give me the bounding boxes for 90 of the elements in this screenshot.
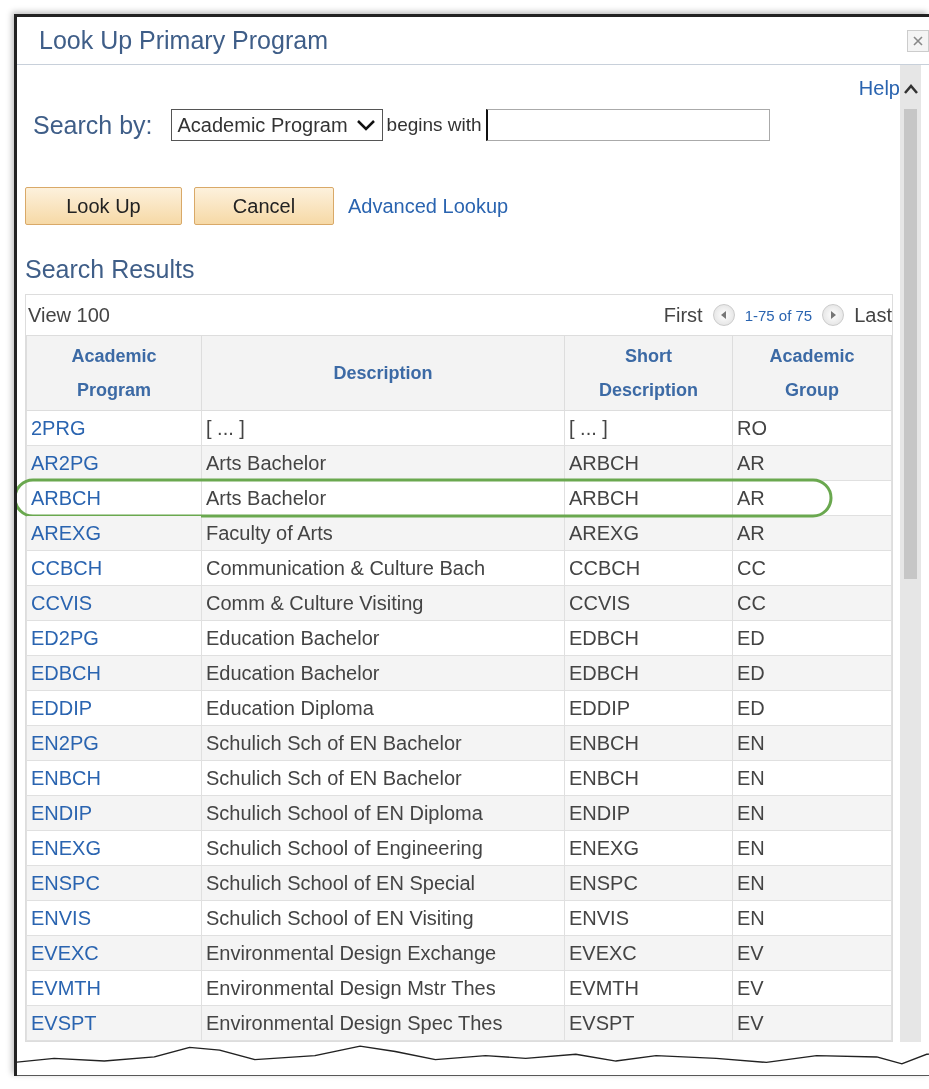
program-code-link[interactable]: EN2PG	[31, 731, 99, 754]
table-cell: EVMTH	[564, 970, 733, 1006]
scrollbar-thumb[interactable]	[904, 109, 917, 579]
next-button[interactable]	[822, 304, 845, 326]
table-cell: EN	[732, 795, 892, 831]
vertical-scrollbar[interactable]	[900, 65, 921, 1042]
program-code-link[interactable]: AR2PG	[31, 451, 99, 474]
table-cell: Schulich School of EN Diploma	[201, 795, 565, 831]
program-code-link[interactable]: ENDIP	[31, 801, 93, 824]
table-cell: Schulich School of Engineering	[201, 830, 565, 866]
table-cell: EVEXC	[564, 935, 733, 971]
look-up-button[interactable]: Look Up	[25, 187, 182, 225]
program-code-link[interactable]: ENVIS	[31, 906, 92, 929]
table-cell: EVSPT	[564, 1005, 733, 1041]
close-button[interactable]	[907, 29, 929, 52]
table-cell: EV	[732, 970, 892, 1006]
program-code-link[interactable]: EDDIP	[31, 696, 93, 719]
program-code-link[interactable]: ARBCH	[31, 486, 101, 509]
table-cell: ED	[732, 690, 892, 726]
table-cell: ENVIS	[564, 900, 733, 936]
table-cell: CCVIS	[564, 585, 733, 621]
table-cell: Environmental Design Mstr Thes	[201, 970, 565, 1006]
program-code-link[interactable]: CCBCH	[31, 556, 103, 579]
table-cell: EN	[732, 725, 892, 761]
table-cell: Environmental Design Spec Thes	[201, 1005, 565, 1041]
table-cell: AR	[732, 445, 892, 481]
column-header[interactable]: Academic Program	[26, 335, 202, 411]
column-header[interactable]: Short Description	[564, 335, 733, 411]
program-code-link[interactable]: 2PRG	[31, 416, 86, 439]
chevron-down-icon	[355, 118, 376, 132]
column-header[interactable]: Description	[201, 335, 565, 411]
program-code-link[interactable]: CCVIS	[31, 591, 93, 614]
table-cell: ED	[732, 620, 892, 656]
program-code-link[interactable]: ENBCH	[31, 766, 101, 789]
table-cell: RO	[732, 410, 892, 446]
table-cell: EDDIP	[564, 690, 733, 726]
table-cell: Schulich School of EN Special	[201, 865, 565, 901]
table-cell: ENBCH	[564, 725, 733, 761]
table-cell: Education Bachelor	[201, 620, 565, 656]
window-title: Look Up Primary Program	[39, 26, 328, 55]
close-icon	[912, 34, 924, 47]
program-code-link[interactable]: ENEXG	[31, 836, 102, 859]
table-cell: Environmental Design Exchange	[201, 935, 565, 971]
table-cell: ENEXG	[564, 830, 733, 866]
program-code-link[interactable]: AREXG	[31, 521, 102, 544]
table-cell: Schulich School of EN Visiting	[201, 900, 565, 936]
help-link[interactable]: Help	[858, 77, 900, 99]
program-code-link[interactable]: EVMTH	[31, 976, 101, 999]
search-field-dropdown[interactable]: Academic Program	[170, 109, 383, 141]
table-cell: AR	[732, 515, 892, 551]
table-cell: ED	[732, 655, 892, 691]
last-label: Last	[854, 303, 892, 327]
first-label: First	[663, 303, 703, 327]
program-code-link[interactable]: EDBCH	[31, 661, 101, 684]
table-cell: EN	[732, 865, 892, 901]
table-cell: CC	[732, 585, 892, 621]
table-cell: Education Diploma	[201, 690, 565, 726]
table-cell: ENSPC	[564, 865, 733, 901]
table-cell: EN	[732, 760, 892, 796]
search-value-input[interactable]	[485, 109, 770, 141]
view-all-link[interactable]: View 100	[28, 303, 110, 327]
program-code-link[interactable]: EVEXC	[31, 941, 99, 964]
cancel-button[interactable]: Cancel	[194, 187, 334, 225]
table-cell: Schulich Sch of EN Bachelor	[201, 760, 565, 796]
table-cell: Communication & Culture Bach	[201, 550, 565, 586]
table-cell: Comm & Culture Visiting	[201, 585, 565, 621]
search-results-heading: Search Results	[25, 255, 196, 284]
table-cell: [ ... ]	[201, 410, 565, 446]
column-header[interactable]: Academic Group	[732, 335, 892, 411]
search-by-label: Search by:	[33, 110, 153, 140]
table-cell: Education Bachelor	[201, 655, 565, 691]
table-cell: ENDIP	[564, 795, 733, 831]
program-code-link[interactable]: ED2PG	[31, 626, 99, 649]
table-cell: EDBCH	[564, 655, 733, 691]
table-cell: CC	[732, 550, 892, 586]
table-cell: Schulich Sch of EN Bachelor	[201, 725, 565, 761]
operator-label: begins with	[386, 114, 482, 136]
table-cell: [ ... ]	[564, 410, 733, 446]
table-cell: ENBCH	[564, 760, 733, 796]
previous-button[interactable]	[712, 304, 735, 326]
advanced-lookup-link[interactable]: Advanced Lookup	[348, 194, 509, 218]
table-cell: EV	[732, 1005, 892, 1041]
result-range: 1-75 of 75	[744, 306, 813, 324]
program-code-link[interactable]: ENSPC	[31, 871, 100, 894]
program-code-link[interactable]: EVSPT	[31, 1011, 97, 1034]
table-cell: EN	[732, 900, 892, 936]
table-cell: EN	[732, 830, 892, 866]
table-cell: EV	[732, 935, 892, 971]
table-cell: EDBCH	[564, 620, 733, 656]
table-cell: CCBCH	[564, 550, 733, 586]
